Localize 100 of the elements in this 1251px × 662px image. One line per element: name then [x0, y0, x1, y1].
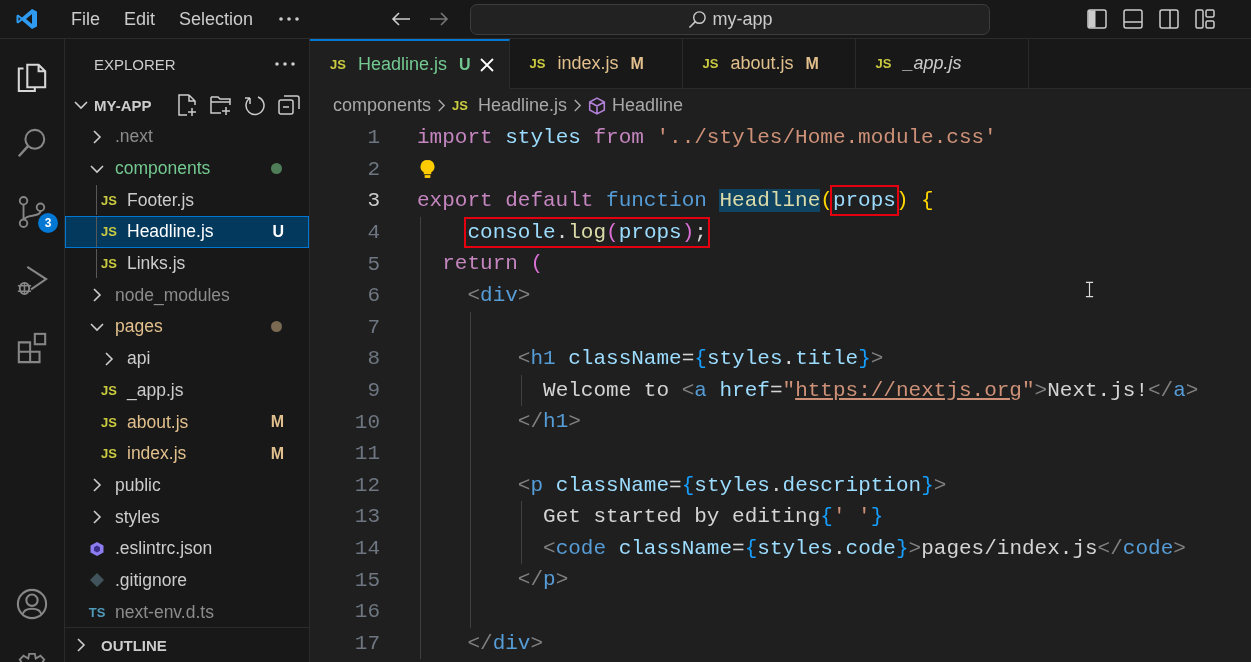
code-token: div — [492, 631, 531, 655]
line-number: 13 — [353, 505, 380, 529]
code-token: ( — [820, 189, 833, 213]
code-token: > — [870, 347, 884, 371]
code-token: </ — [517, 568, 544, 592]
code-token: Headline — [719, 189, 821, 213]
tree-item[interactable]: pages — [65, 311, 309, 343]
editor-tab[interactable]: JS index.js M — [509, 39, 683, 89]
file-type-icon: JS — [100, 414, 118, 430]
tree-item[interactable]: public — [65, 469, 309, 502]
toggle-sidebar-icon[interactable] — [1087, 9, 1107, 29]
customize-layout-icon[interactable] — [1195, 9, 1215, 29]
folder-header[interactable]: MY-APP — [73, 96, 152, 114]
code-token: className — [618, 536, 733, 560]
tree-item[interactable]: styles — [65, 501, 309, 533]
forward-icon[interactable] — [429, 11, 450, 27]
code-token: description — [782, 473, 922, 497]
line-number: 10 — [353, 410, 380, 434]
editor-tab[interactable]: JS _app.js — [855, 39, 1029, 89]
code-token: h1 — [543, 410, 569, 434]
code-token: console — [467, 220, 556, 244]
code-token: from — [593, 126, 645, 149]
line-number: 6 — [366, 284, 380, 308]
menu-item[interactable]: Selection — [167, 8, 266, 30]
extensions-icon[interactable] — [16, 331, 48, 365]
tree-item[interactable]: JS index.js M — [65, 437, 309, 470]
close-icon[interactable] — [478, 56, 495, 73]
tree-item[interactable]: .gitignore — [65, 564, 309, 597]
more-icon[interactable] — [279, 17, 300, 21]
menu-item[interactable]: File — [59, 8, 112, 30]
code-token: > — [908, 536, 922, 560]
code-token: > — [933, 473, 947, 497]
code-token: a — [694, 378, 708, 402]
tree-item[interactable]: JS Links.js — [65, 247, 309, 280]
outline-header[interactable]: OUTLINE — [65, 627, 309, 662]
tree-item[interactable]: node_modules — [65, 279, 309, 312]
tree-item[interactable]: JS Headline.js U — [65, 216, 309, 248]
line-number: 4 — [366, 221, 380, 245]
code-token: . — [782, 347, 796, 371]
tree-item[interactable]: .next — [65, 121, 309, 153]
code-token: { — [681, 473, 695, 497]
sidebar-title: EXPLORER — [94, 55, 176, 73]
code-token: ' ' — [832, 505, 871, 529]
editor-tab[interactable]: JS about.js M — [682, 39, 856, 89]
code-token: p — [543, 568, 556, 592]
line-number: 7 — [366, 315, 380, 339]
file-type-icon: TS — [88, 604, 106, 620]
code-token: className — [555, 473, 670, 497]
line-number: 16 — [353, 600, 380, 624]
command-center[interactable]: my-app — [470, 3, 991, 35]
cube-icon — [588, 96, 607, 115]
code-token: } — [858, 347, 871, 371]
line-number: 8 — [366, 347, 380, 371]
tree-item[interactable]: api — [65, 342, 309, 375]
breadcrumb-item[interactable]: Headline — [588, 95, 684, 116]
back-icon[interactable] — [391, 11, 412, 27]
code-token: Get started by editing — [543, 505, 821, 529]
file-type-icon: JS — [100, 192, 118, 208]
editor-tab[interactable]: JS Headline.js U — [310, 39, 510, 89]
toggle-panel-icon[interactable] — [1123, 9, 1143, 29]
tree-item[interactable]: components — [65, 152, 309, 185]
code-token: . — [555, 220, 569, 244]
new-folder-icon[interactable] — [209, 94, 232, 116]
code-token: . — [769, 473, 783, 497]
file-type-icon: JS — [100, 224, 118, 240]
account-icon[interactable] — [16, 588, 48, 620]
code-token: = — [769, 378, 783, 402]
menu-item[interactable]: Edit — [112, 8, 168, 30]
code-token: } — [895, 536, 909, 560]
code-token: code — [845, 536, 896, 560]
code-token: = — [681, 347, 695, 371]
new-file-icon[interactable] — [175, 94, 198, 116]
tree-item[interactable]: TS next-env.d.ts — [65, 596, 309, 627]
toggle-secondary-sidebar-icon[interactable] — [1159, 9, 1179, 29]
tree-item[interactable]: JS Footer.js — [65, 184, 309, 217]
code-token: " — [782, 378, 796, 402]
code-token: styles — [706, 347, 783, 371]
breadcrumb-item[interactable]: components — [333, 95, 432, 116]
tree-item[interactable]: .eslintrc.json — [65, 532, 309, 565]
line-number: 11 — [353, 442, 380, 466]
code-token: < — [517, 347, 531, 371]
code-token: > — [1173, 536, 1186, 560]
line-number: 9 — [366, 379, 380, 403]
breadcrumb-item[interactable]: JS Headline.js — [452, 95, 568, 116]
lightbulb-icon[interactable] — [420, 158, 435, 180]
more-icon[interactable] — [275, 62, 295, 66]
code-token: " — [1021, 378, 1035, 402]
code-token: = — [669, 473, 682, 497]
file-type-icon: JS — [100, 446, 118, 462]
code-token: export default — [417, 189, 595, 213]
code-token: = — [732, 536, 745, 560]
tree-item[interactable]: JS _app.js — [65, 374, 309, 407]
code-token: '../styles/Home.module.css' — [656, 126, 997, 149]
code-token: { — [920, 189, 934, 213]
refresh-icon[interactable] — [243, 94, 266, 116]
app-logo-icon — [15, 7, 39, 31]
collapse-all-icon[interactable] — [277, 94, 300, 116]
run-debug-icon[interactable] — [16, 263, 48, 297]
tree-item[interactable]: JS about.js M — [65, 406, 309, 438]
code-token: title — [795, 347, 859, 371]
